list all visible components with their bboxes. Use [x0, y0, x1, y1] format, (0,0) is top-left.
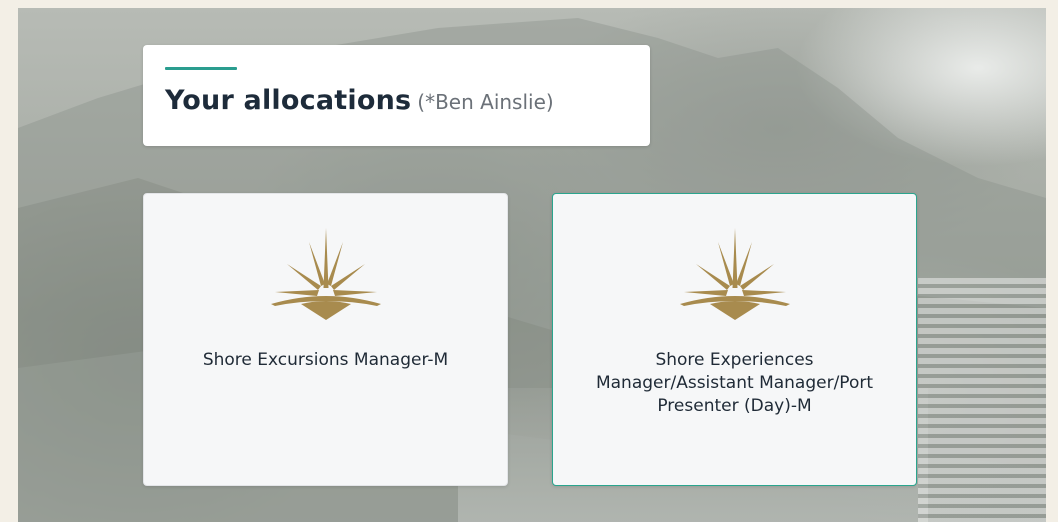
sunburst-logo-icon [679, 228, 790, 320]
allocations-header-card: Your allocations (*Ben Ainslie) [143, 45, 650, 146]
allocation-tile-shore-experiences-manager[interactable]: Shore Experiences Manager/Assistant Mana… [552, 193, 917, 486]
page-title-main: Your allocations [165, 85, 412, 116]
allocation-label: Shore Experiences Manager/Assistant Mana… [595, 350, 874, 416]
allocation-tile-shore-excursions-manager[interactable]: Shore Excursions Manager-M [143, 193, 508, 486]
accent-bar [165, 67, 237, 70]
ship-superstructure [918, 278, 1046, 522]
page-title-user: (*Ben Ainslie) [417, 90, 554, 114]
sunburst-logo-icon [270, 228, 381, 320]
page-title: Your allocations (*Ben Ainslie) [165, 85, 554, 116]
allocation-label: Shore Excursions Manager-M [202, 350, 449, 370]
